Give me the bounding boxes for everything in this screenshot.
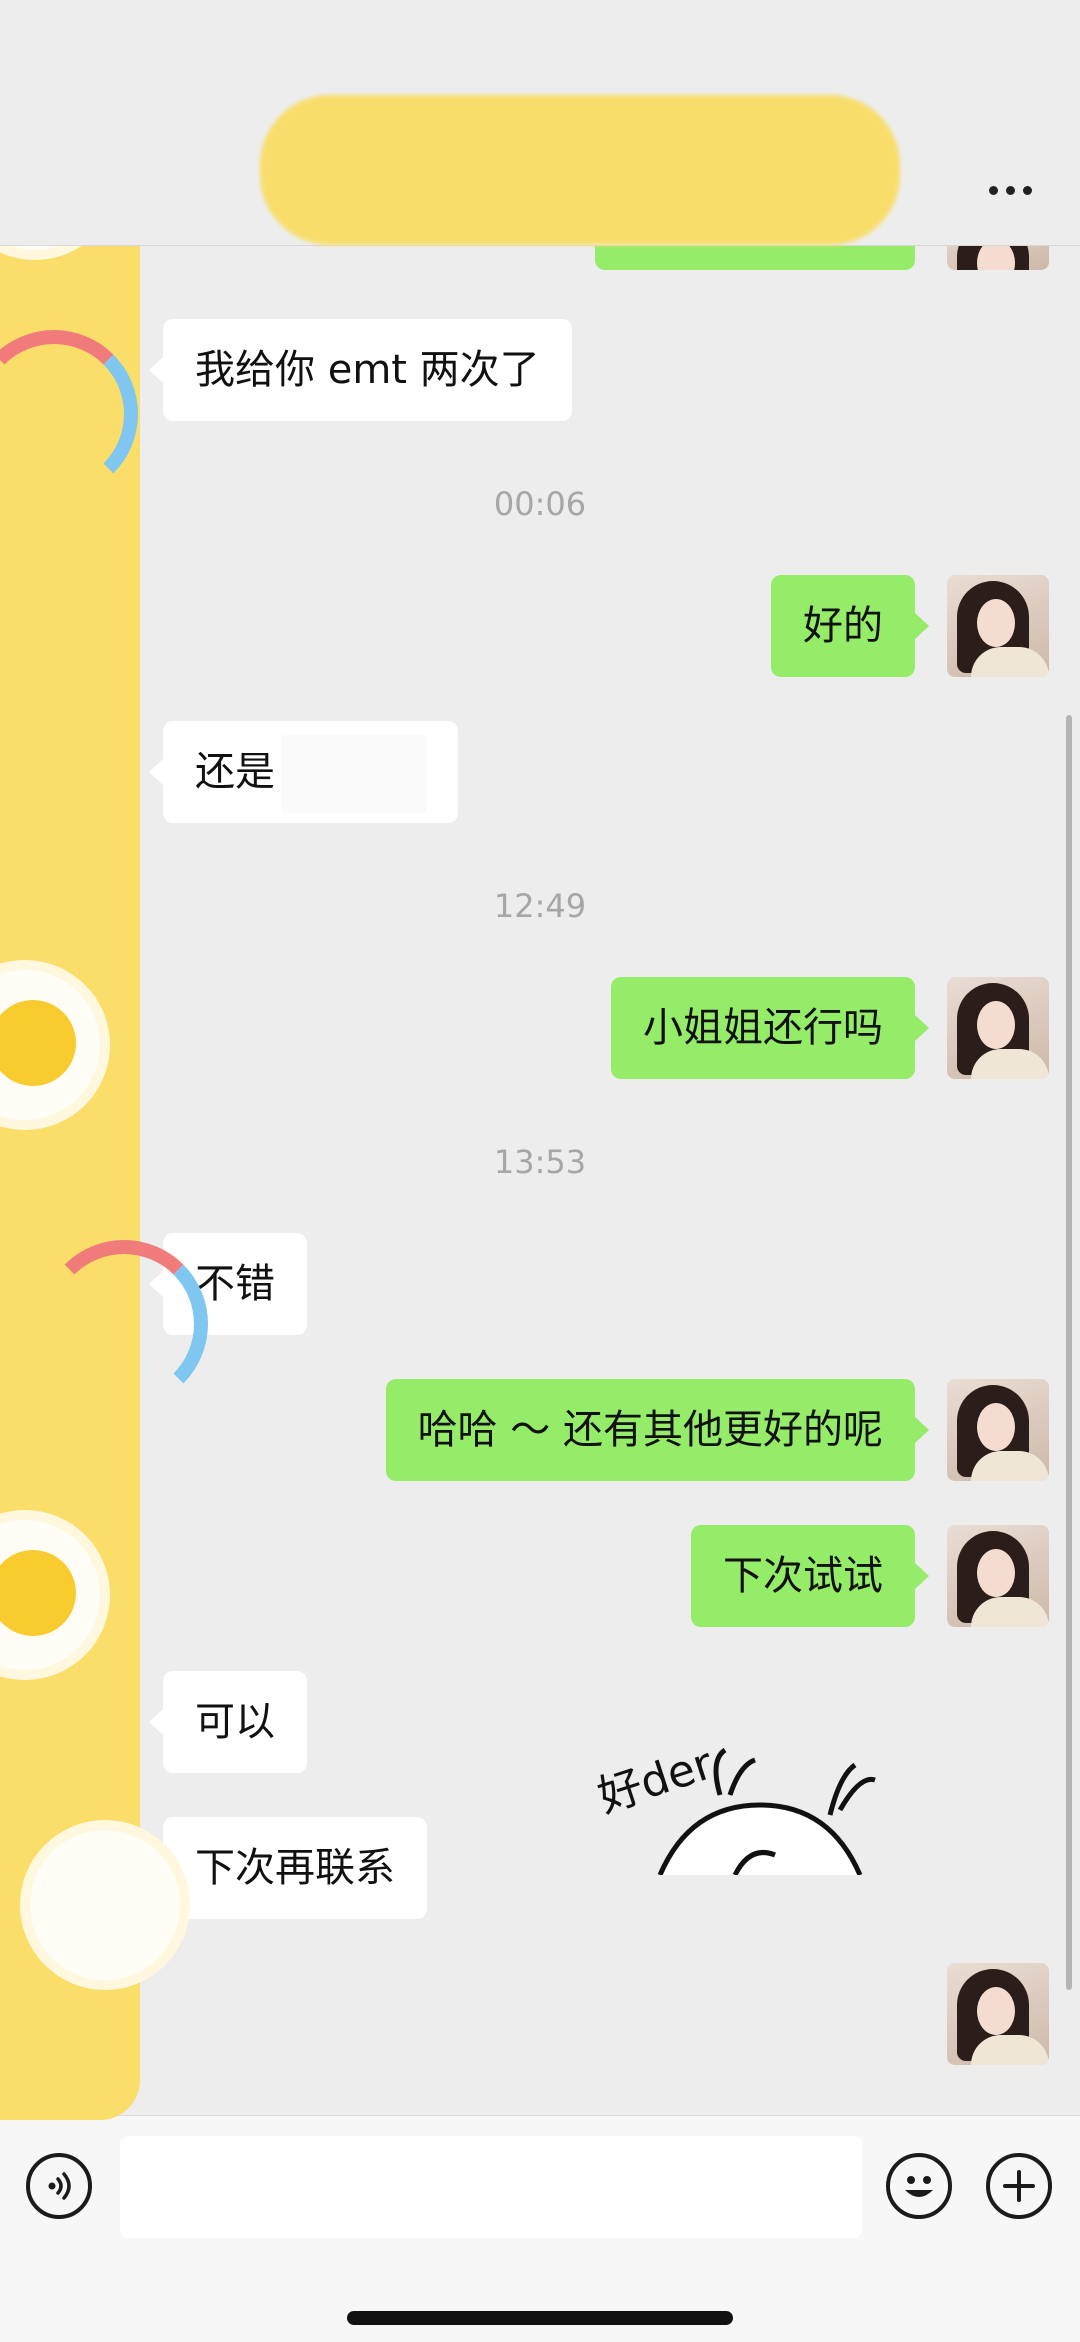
flower-sticker — [30, 1830, 180, 1980]
timestamp: 12:49 — [493, 887, 587, 925]
outgoing-message[interactable]: 小姐姐还行吗 — [611, 977, 929, 1079]
outgoing-message[interactable]: 下次试试 — [691, 1525, 929, 1627]
decorative-sticker-banner — [260, 95, 900, 245]
more-dots-icon[interactable] — [980, 170, 1040, 210]
emoji-icon[interactable] — [886, 2153, 952, 2219]
message-list[interactable]: 我给你 emt 两次了 00:06 好的 还是 12:49 小姐姐还行吗 13:… — [0, 215, 1080, 2115]
rainbow-sticker — [0, 330, 138, 498]
incoming-message[interactable]: 我给你 emt 两次了 — [149, 319, 572, 421]
input-bar — [0, 2115, 1080, 2342]
outgoing-message[interactable]: 好的 — [771, 575, 929, 677]
my-avatar[interactable] — [947, 575, 1049, 677]
decorative-sticker-strip — [0, 90, 208, 2120]
redacted-text-block — [281, 735, 426, 813]
incoming-message[interactable]: 还是 — [149, 721, 458, 823]
message-text: 还是 — [195, 749, 275, 795]
incoming-message[interactable]: 下次再联系 — [149, 1817, 427, 1919]
voice-icon[interactable] — [26, 2153, 92, 2219]
my-avatar[interactable] — [947, 1963, 1049, 2065]
my-avatar[interactable] — [947, 1379, 1049, 1481]
message-input[interactable] — [120, 2136, 862, 2238]
timestamp: 00:06 — [493, 485, 587, 523]
plus-icon[interactable] — [986, 2153, 1052, 2219]
incoming-message[interactable]: 可以 — [149, 1671, 307, 1773]
home-indicator[interactable] — [347, 2311, 733, 2325]
sticker-text: 好der — [592, 1738, 720, 1823]
my-avatar[interactable] — [947, 1525, 1049, 1627]
my-avatar[interactable] — [947, 977, 1049, 1079]
sticker-message[interactable]: 好der — [590, 1735, 910, 1875]
outgoing-message[interactable]: 哈哈 ～ 还有其他更好的呢 — [385, 1379, 930, 1481]
chat-header — [0, 0, 1080, 246]
rainbow-sticker — [40, 1240, 208, 1408]
scrollbar-thumb[interactable] — [1066, 715, 1072, 1990]
timestamp: 13:53 — [493, 1143, 587, 1181]
